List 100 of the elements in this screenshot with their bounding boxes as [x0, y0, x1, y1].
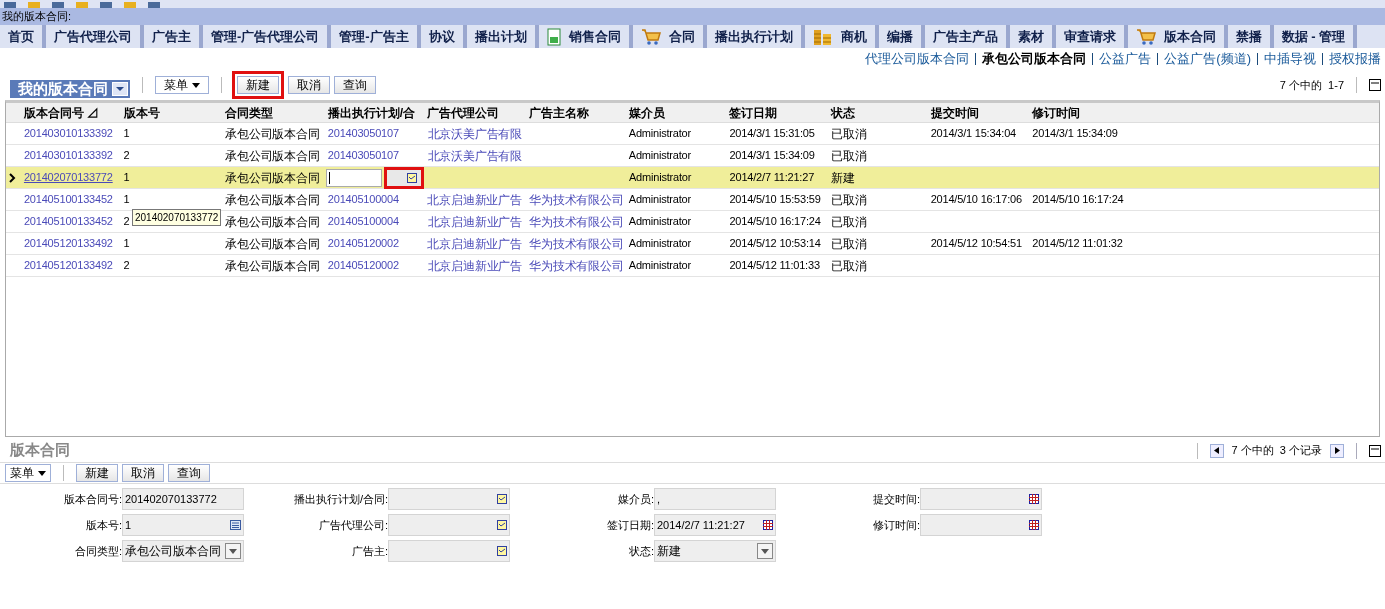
table-link[interactable]: 201405100004: [327, 193, 399, 206]
input-field[interactable]: 1: [122, 514, 244, 536]
input-field[interactable]: [388, 488, 510, 510]
column-header[interactable]: 广告代理公司: [423, 103, 526, 122]
table-link[interactable]: 201403010133392: [23, 127, 113, 140]
table-link[interactable]: 北京启迪新业广告: [427, 192, 522, 207]
nav-tab[interactable]: 销售合同: [538, 25, 633, 48]
calendar-icon[interactable]: [1029, 494, 1039, 504]
nav-tab[interactable]: 协议: [420, 25, 467, 48]
nav-tab[interactable]: 合同: [632, 25, 707, 48]
sub-link[interactable]: 承包公司版本合同: [982, 49, 1087, 69]
nav-tab[interactable]: 管理-广告代理公司: [203, 25, 332, 48]
toolbar-button[interactable]: 新建: [76, 464, 118, 482]
column-header[interactable]: 版本合同号 ⊿: [19, 103, 120, 122]
column-header[interactable]: 播出执行计划/合: [323, 103, 424, 122]
table-cell: Administrator: [628, 237, 691, 250]
input-field[interactable]: ,: [654, 488, 776, 510]
nav-tab[interactable]: 数据 - 管理: [1273, 25, 1358, 48]
coins-icon: [812, 27, 833, 46]
table-link[interactable]: 201403050107: [327, 127, 399, 140]
input-field[interactable]: [920, 488, 1042, 510]
table-link[interactable]: 华为技术有限公司: [529, 236, 624, 251]
table-link[interactable]: 201405120002: [327, 237, 399, 250]
toolbar-button[interactable]: 取消: [288, 76, 330, 94]
input-field[interactable]: 2014/2/7 11:21:27: [654, 514, 776, 536]
previous-button[interactable]: [1209, 443, 1224, 458]
table-link[interactable]: 华为技术有限公司: [529, 258, 624, 273]
calendar-icon[interactable]: [763, 520, 773, 530]
table-link[interactable]: 华为技术有限公司: [529, 214, 624, 229]
nav-tab[interactable]: 管理-广告主: [331, 25, 421, 48]
table-link[interactable]: 北京沃美广告有限: [427, 126, 522, 141]
input-field[interactable]: [920, 514, 1042, 536]
table-link[interactable]: 201405120133492: [23, 259, 113, 272]
picker-icon[interactable]: [406, 172, 417, 183]
table-link[interactable]: 201405100133452: [23, 193, 113, 206]
table-link[interactable]: 201405100004: [327, 215, 399, 228]
input-field[interactable]: [388, 540, 510, 562]
select-field[interactable]: 新建: [654, 540, 776, 562]
table-link[interactable]: 北京启迪新业广告: [427, 236, 522, 251]
picker-icon[interactable]: [497, 546, 507, 556]
column-header[interactable]: 修订时间: [1028, 103, 1379, 122]
nav-tab[interactable]: 版本合同: [1127, 25, 1228, 48]
nav-tab[interactable]: 播出执行计划: [706, 25, 805, 48]
picker-icon[interactable]: [497, 520, 507, 530]
sub-link[interactable]: 公益广告(频道): [1164, 49, 1251, 69]
next-button[interactable]: [1330, 443, 1344, 458]
table-row[interactable]: 201402070133772 1 承包公司版本合同 Administrator 2014/2/7 11:21:27 新建: [6, 167, 1379, 189]
column-header[interactable]: 合同类型: [221, 103, 324, 122]
export-icon[interactable]: [1369, 79, 1381, 91]
nav-tab[interactable]: 首页: [0, 25, 46, 48]
column-header[interactable]: 提交时间: [926, 103, 1029, 122]
table-cell: 2014/5/12 11:01:33: [729, 259, 820, 272]
select-field[interactable]: 承包公司版本合同: [122, 540, 244, 562]
nav-tab[interactable]: 审查请求: [1055, 25, 1128, 48]
calculator-icon[interactable]: [230, 520, 241, 530]
nav-tab[interactable]: 商机: [804, 25, 879, 48]
sub-link[interactable]: 中插导视: [1264, 49, 1316, 69]
sub-link[interactable]: 代理公司版本合同: [865, 49, 970, 69]
table-link[interactable]: 北京沃美广告有限: [427, 148, 522, 163]
table-link[interactable]: 201405120133492: [23, 237, 113, 250]
nav-tab[interactable]: 禁播: [1227, 25, 1274, 48]
picker-icon[interactable]: [497, 494, 507, 504]
input-field[interactable]: [388, 514, 510, 536]
menu-button[interactable]: 菜单: [5, 464, 51, 482]
nav-tab[interactable]: 广告主产品: [924, 25, 1010, 48]
table-cell: Administrator: [628, 193, 691, 206]
toolbar-button[interactable]: 查询: [334, 76, 376, 94]
table-link[interactable]: 华为技术有限公司: [529, 192, 624, 207]
column-header[interactable]: 状态: [827, 103, 927, 122]
table-cell: 2014/3/1 15:31:05: [729, 127, 815, 140]
nav-tab[interactable]: 素材: [1009, 25, 1056, 48]
column-header[interactable]: 版本号: [119, 103, 222, 122]
sub-link[interactable]: 公益广告: [1099, 49, 1152, 69]
table-link[interactable]: 201403050107: [327, 149, 399, 162]
sub-link[interactable]: 授权报播: [1329, 49, 1381, 69]
dropdown-icon: [225, 543, 241, 559]
view-title[interactable]: 我的版本合同: [10, 80, 130, 98]
table-link[interactable]: 201405100133452: [23, 215, 113, 228]
table-link[interactable]: 201402070133772: [23, 171, 113, 184]
toolbar-button[interactable]: 新建: [237, 76, 279, 94]
column-header[interactable]: 媒介员: [624, 103, 726, 122]
table-link[interactable]: 北京启迪新业广告: [427, 258, 522, 273]
column-header[interactable]: 广告主名称: [525, 103, 625, 122]
field-label: 广告主:: [350, 543, 388, 559]
column-header[interactable]: 签订日期: [725, 103, 827, 122]
table-link[interactable]: 北京启迪新业广告: [427, 214, 522, 229]
table-link[interactable]: 201405120002: [327, 259, 399, 272]
plan-input[interactable]: [325, 168, 382, 187]
nav-tab[interactable]: 广告代理公司: [46, 25, 144, 48]
menu-button[interactable]: 菜单: [155, 76, 209, 94]
table-link[interactable]: 201403010133392: [23, 149, 113, 162]
export-icon[interactable]: [1369, 444, 1381, 457]
input-field[interactable]: 201402070133772: [122, 488, 244, 510]
toolbar-button[interactable]: 取消: [122, 464, 164, 482]
nav-tab[interactable]: 编播: [878, 25, 925, 48]
toolbar-button[interactable]: 查询: [168, 464, 210, 482]
calendar-icon[interactable]: [1029, 520, 1039, 530]
nav-tab[interactable]: 广告主: [144, 25, 203, 48]
nav-tab[interactable]: 播出计划: [466, 25, 539, 48]
table-cell: 承包公司版本合同: [225, 170, 320, 185]
